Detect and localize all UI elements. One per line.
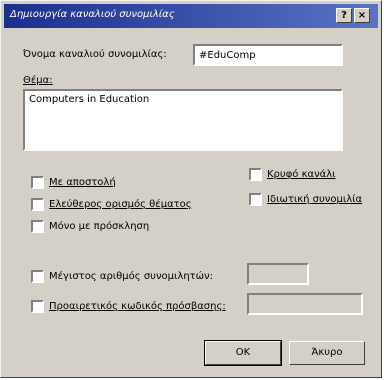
private-chat-label: Ιδιωτική συνομιλία (267, 194, 363, 205)
max-users-checkbox[interactable] (31, 270, 44, 283)
channel-name-input[interactable] (193, 44, 343, 66)
ok-button[interactable]: OK (204, 340, 282, 366)
topic-label: Θέμα: (23, 75, 53, 86)
close-icon: × (357, 10, 367, 21)
free-topic-checkbox[interactable] (31, 198, 44, 211)
free-topic-label: Ελεύθερος ορισμός θέματος (49, 199, 192, 210)
password-label: Προαιρετικός κωδικός πρόσβασης: (49, 301, 226, 312)
password-input[interactable] (247, 293, 363, 315)
hidden-channel-label: Κρυφό κανάλι (267, 169, 336, 180)
invite-only-label: Μόνο με πρόσκληση (49, 221, 150, 232)
window-title: Δημιουργία καναλιού συνομιλίας (10, 9, 175, 20)
max-users-label: Μέγιστος αριθμός συνομιλητών: (49, 271, 214, 282)
channel-name-label: Όνομα καναλιού συνομιλίας: (23, 49, 167, 60)
moderated-label: Με αποστολή (49, 177, 116, 188)
help-icon: ? (341, 10, 347, 21)
cancel-button[interactable]: Άκυρο (289, 341, 365, 365)
title-bar[interactable]: Δημιουργία καναλιού συνομιλίας ? × (4, 4, 378, 28)
moderated-checkbox[interactable] (31, 176, 44, 189)
hidden-channel-checkbox[interactable] (249, 168, 262, 181)
private-chat-checkbox[interactable] (249, 193, 262, 206)
invite-only-checkbox[interactable] (31, 220, 44, 233)
help-button[interactable]: ? (336, 8, 352, 23)
max-users-input[interactable] (247, 263, 309, 285)
password-checkbox[interactable] (31, 300, 44, 313)
create-channel-dialog: Δημιουργία καναλιού συνομιλίας ? × Όνομα… (0, 0, 382, 378)
topic-textarea[interactable]: Computers in Education (23, 89, 343, 151)
close-button[interactable]: × (354, 8, 370, 23)
